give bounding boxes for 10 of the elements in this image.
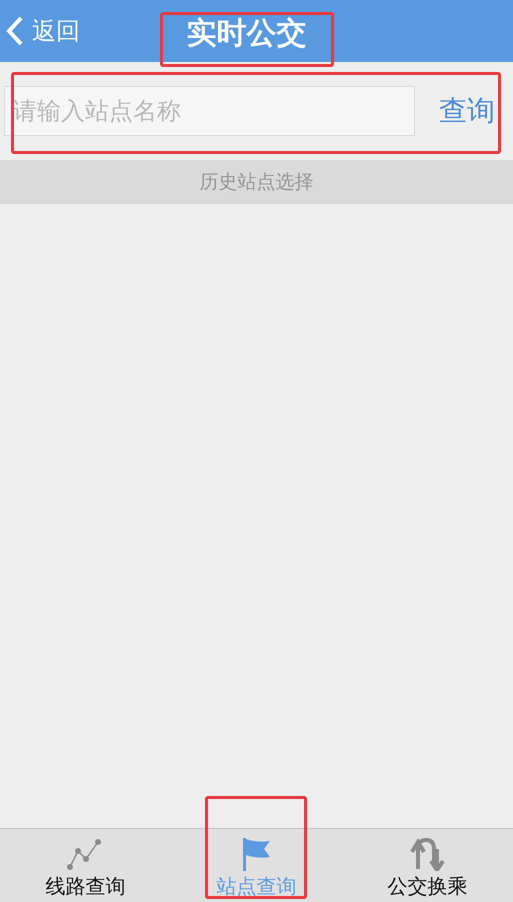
tab[interactable]: 公交换乘 bbox=[342, 829, 513, 902]
query-button[interactable]: 查询 bbox=[425, 92, 509, 130]
station-search-field[interactable]: 请输入站点名称 bbox=[4, 86, 415, 136]
back-button[interactable]: 返回 bbox=[0, 15, 80, 47]
tab[interactable]: 线路查询 bbox=[0, 829, 171, 902]
history-label[interactable]: 历史站点选择 bbox=[200, 169, 314, 195]
chevron-left-icon bbox=[4, 15, 24, 47]
swap-arrows-icon bbox=[408, 837, 446, 871]
page-title: 实时公交 bbox=[186, 19, 306, 49]
tab[interactable]: 站点查询 bbox=[171, 829, 342, 902]
